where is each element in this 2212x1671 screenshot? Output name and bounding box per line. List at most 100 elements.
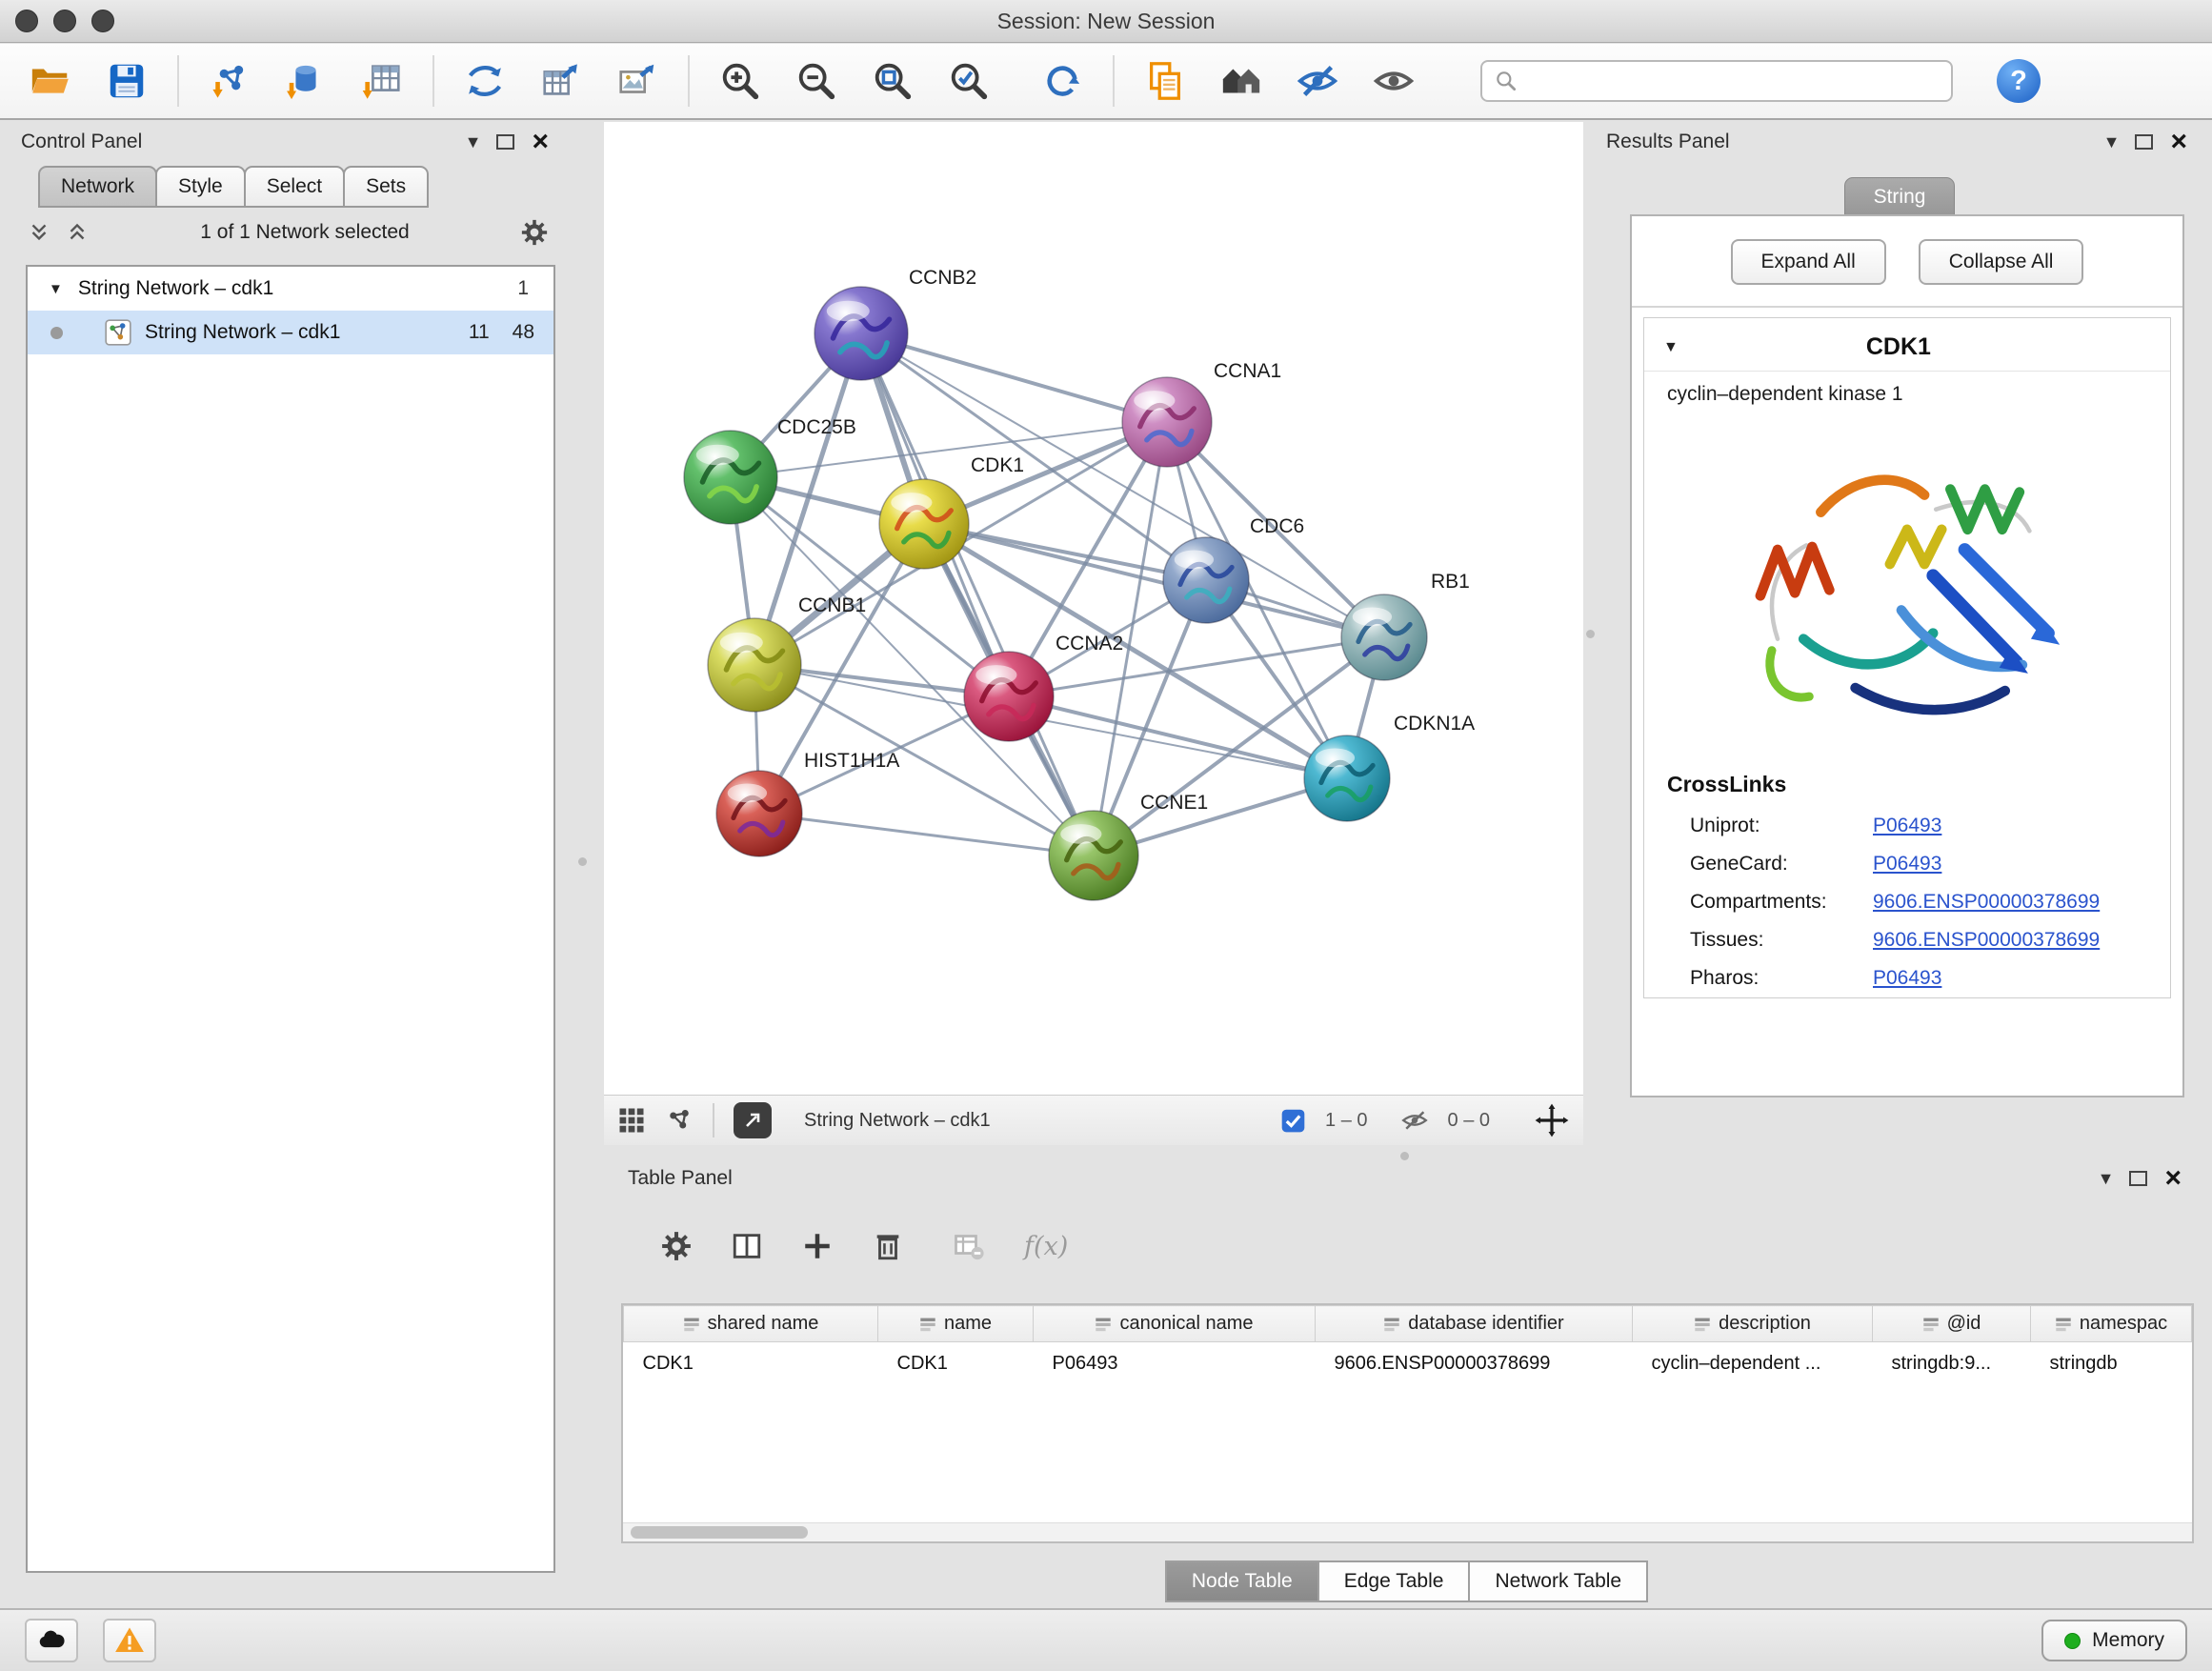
close-panel-icon[interactable]: × <box>2170 132 2187 151</box>
bottom-splitter-handle[interactable] <box>1400 1152 1409 1160</box>
help-button[interactable]: ? <box>1997 59 2041 103</box>
add-column-icon[interactable] <box>801 1230 834 1262</box>
disclosure-triangle-icon[interactable]: ▼ <box>49 281 63 297</box>
network-node-CDKN1A[interactable] <box>1304 735 1390 821</box>
network-edge-CCNB2-CCNA1[interactable] <box>861 333 1167 422</box>
collapse-all-chevrons-icon[interactable] <box>65 220 90 245</box>
hide-selection-button[interactable] <box>1292 53 1343 109</box>
right-splitter-handle[interactable] <box>1586 630 1595 638</box>
network-node-CDK1[interactable] <box>879 479 969 569</box>
tab-select[interactable]: Select <box>244 166 345 208</box>
column-header-namespace[interactable]: namespac <box>2031 1306 2192 1342</box>
network-node-CCNB1[interactable] <box>708 618 801 712</box>
column-header-database-identifier[interactable]: database identifier <box>1316 1306 1633 1342</box>
tab-network-table[interactable]: Network Table <box>1468 1560 1648 1602</box>
zoom-in-button[interactable] <box>714 53 766 109</box>
grid-view-icon[interactable] <box>617 1106 646 1135</box>
column-header-description[interactable]: description <box>1633 1306 1873 1342</box>
crosslink-pharos-link[interactable]: P06493 <box>1873 967 1941 990</box>
crosslink-compartments-link[interactable]: 9606.ENSP00000378699 <box>1873 891 2100 914</box>
zoom-out-button[interactable] <box>791 53 842 109</box>
float-panel-icon[interactable] <box>496 134 514 150</box>
move-crosshair-icon[interactable] <box>1534 1102 1570 1138</box>
scrollbar-thumb[interactable] <box>631 1526 808 1539</box>
open-session-button[interactable] <box>25 53 76 109</box>
network-node-CDC6[interactable] <box>1163 537 1249 623</box>
table-row[interactable]: CDK1 CDK1 P06493 9606.ENSP00000378699 cy… <box>624 1342 2192 1376</box>
crosslink-genecard-link[interactable]: P06493 <box>1873 853 1941 876</box>
import-network-database-button[interactable] <box>280 53 332 109</box>
tab-string[interactable]: String <box>1844 177 1956 217</box>
birdseye-home-button[interactable] <box>1216 53 1267 109</box>
network-edge-HIST1H1A-CCNE1[interactable] <box>759 814 1094 856</box>
network-node-HIST1H1A[interactable] <box>716 771 802 856</box>
column-header-id[interactable]: @id <box>1873 1306 2031 1342</box>
crosslink-tissues-link[interactable]: 9606.ENSP00000378699 <box>1873 929 2100 952</box>
export-image-button[interactable] <box>612 53 663 109</box>
hidden-eye-icon[interactable] <box>1400 1106 1429 1135</box>
expand-all-button[interactable]: Expand All <box>1731 239 1886 285</box>
tab-sets[interactable]: Sets <box>343 166 429 208</box>
network-row-selected[interactable]: String Network – cdk1 1148 <box>28 311 553 354</box>
selected-checkbox-icon[interactable] <box>1280 1108 1306 1134</box>
table-settings-gear-icon[interactable] <box>660 1230 693 1262</box>
float-panel-icon[interactable] <box>2135 134 2153 150</box>
network-edge-CDK1-RB1[interactable] <box>924 524 1384 637</box>
zoom-selected-button[interactable] <box>943 53 995 109</box>
close-panel-icon[interactable]: × <box>2164 1169 2182 1188</box>
node-label-HIST1H1A: HIST1H1A <box>804 750 899 772</box>
import-network-file-button[interactable] <box>204 53 255 109</box>
column-header-shared-name[interactable]: shared name <box>624 1306 878 1342</box>
open-in-window-button[interactable] <box>734 1102 772 1138</box>
zoom-fit-button[interactable] <box>867 53 918 109</box>
warnings-button[interactable] <box>103 1619 156 1662</box>
column-header-canonical-name[interactable]: canonical name <box>1034 1306 1316 1342</box>
refresh-button[interactable] <box>1036 53 1088 109</box>
gear-icon[interactable] <box>520 218 549 247</box>
column-header-name[interactable]: name <box>878 1306 1034 1342</box>
show-columns-icon[interactable] <box>731 1230 763 1262</box>
network-collection-row[interactable]: ▼ String Network – cdk1 1 <box>28 267 553 311</box>
network-view[interactable]: CCNB2CCNA1CDC25BCDK1CDC6RB1CCNB1CCNA2CDK… <box>604 122 1583 1095</box>
node-specular-highlight <box>728 784 767 803</box>
network-canvas[interactable]: CCNB2CCNA1CDC25BCDK1CDC6RB1CCNB1CCNA2CDK… <box>604 122 1583 1095</box>
close-panel-icon[interactable]: × <box>532 132 549 151</box>
copy-document-button[interactable] <box>1139 53 1191 109</box>
tab-network[interactable]: Network <box>38 166 157 208</box>
delete-column-icon[interactable] <box>872 1230 904 1262</box>
memory-button[interactable]: Memory <box>2041 1620 2187 1661</box>
network-edge-CCNB2-CCNE1[interactable] <box>861 333 1094 856</box>
delete-table-icon[interactable] <box>952 1229 986 1263</box>
collapse-panel-icon[interactable]: ▼ <box>465 132 482 152</box>
import-table-file-button[interactable] <box>356 53 408 109</box>
cloud-status-button[interactable] <box>25 1619 78 1662</box>
global-search-input[interactable] <box>1518 70 1940 92</box>
crosslink-label: GeneCard: <box>1690 853 1873 876</box>
float-panel-icon[interactable] <box>2129 1171 2147 1186</box>
network-list-icon[interactable] <box>665 1106 694 1135</box>
network-node-CCNB2[interactable] <box>814 287 908 380</box>
collapse-all-button[interactable]: Collapse All <box>1919 239 2084 285</box>
network-node-CCNE1[interactable] <box>1049 811 1138 900</box>
network-selection-status: 1 of 1 Network selected <box>90 221 520 244</box>
function-builder-icon[interactable]: f(x) <box>1024 1232 1068 1261</box>
show-selection-button[interactable] <box>1368 53 1419 109</box>
disclosure-triangle-icon[interactable]: ▼ <box>1663 339 1679 356</box>
collapse-panel-icon[interactable]: ▼ <box>2098 1169 2115 1189</box>
network-from-table-button[interactable] <box>535 53 587 109</box>
control-panel-tabs: Network Style Select Sets <box>40 166 564 208</box>
tab-edge-table[interactable]: Edge Table <box>1317 1560 1471 1602</box>
crosslink-uniprot-link[interactable]: P06493 <box>1873 815 1941 837</box>
horizontal-scrollbar[interactable] <box>623 1522 2192 1541</box>
network-node-RB1[interactable] <box>1341 594 1427 680</box>
tab-style[interactable]: Style <box>155 166 246 208</box>
expand-all-chevrons-icon[interactable] <box>27 220 51 245</box>
network-node-CDC25B[interactable] <box>684 431 777 524</box>
tab-node-table[interactable]: Node Table <box>1165 1560 1319 1602</box>
save-session-button[interactable] <box>101 53 152 109</box>
apply-layout-button[interactable] <box>459 53 511 109</box>
collapse-panel-icon[interactable]: ▼ <box>2103 132 2121 152</box>
network-node-CCNA1[interactable] <box>1122 377 1212 467</box>
left-splitter-handle[interactable] <box>578 857 587 866</box>
network-node-CCNA2[interactable] <box>964 652 1054 741</box>
